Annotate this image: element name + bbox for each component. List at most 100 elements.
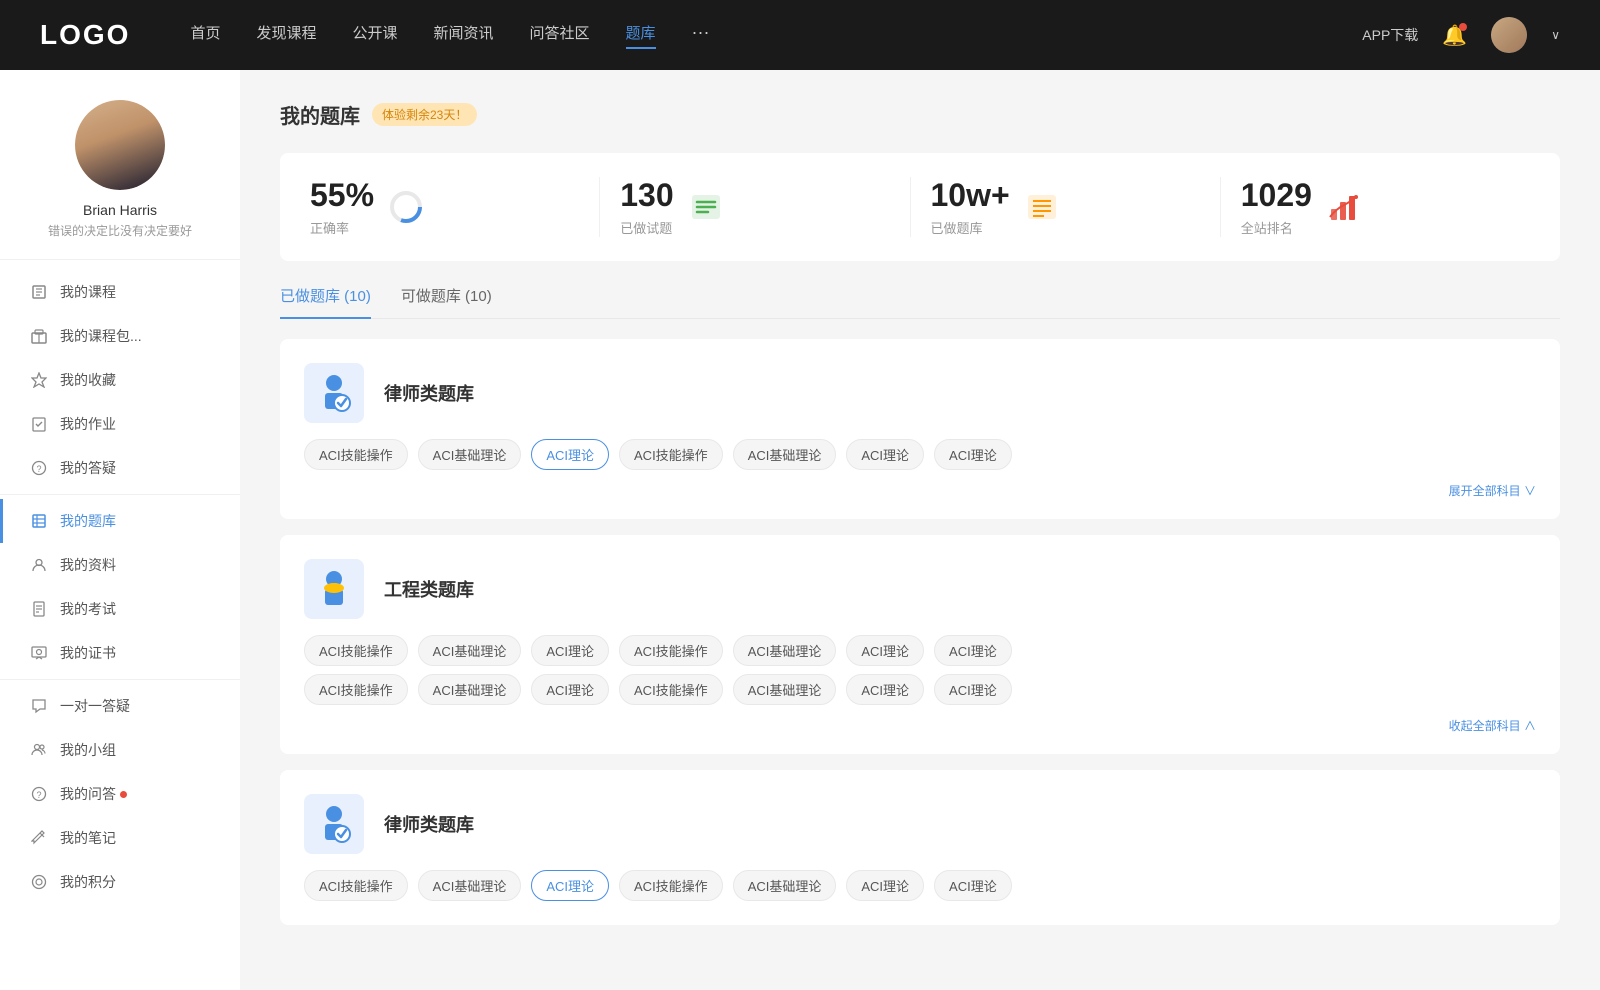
tag[interactable]: ACI技能操作 — [304, 674, 408, 705]
sidebar-item-qa[interactable]: ? 我的答疑 — [0, 446, 240, 490]
sidebar-item-exam[interactable]: 我的考试 — [0, 587, 240, 631]
tag[interactable]: ACI基础理论 — [733, 870, 837, 901]
lawyer-icon-2 — [304, 794, 364, 854]
sidebar-item-notes[interactable]: 我的笔记 — [0, 816, 240, 860]
tag[interactable]: ACI理论 — [531, 674, 609, 705]
page-title: 我的题库 — [280, 100, 360, 129]
tag[interactable]: ACI基础理论 — [733, 674, 837, 705]
sidebar-item-profile[interactable]: 我的资料 — [0, 543, 240, 587]
tag[interactable]: ACI基础理论 — [418, 439, 522, 470]
tab-done[interactable]: 已做题库 (10) — [280, 285, 371, 318]
tag[interactable]: ACI技能操作 — [619, 635, 723, 666]
tag[interactable]: ACI基础理论 — [418, 635, 522, 666]
menu-divider — [0, 494, 240, 495]
trial-badge: 体验剩余23天！ — [372, 103, 477, 126]
app-download-button[interactable]: APP下载 — [1362, 25, 1418, 45]
user-menu-chevron[interactable]: ∨ — [1551, 28, 1560, 42]
tag-active[interactable]: ACI理论 — [531, 870, 609, 901]
stat-icon-list — [688, 189, 724, 225]
qb-title: 工程类题库 — [384, 576, 474, 602]
star-icon — [30, 371, 48, 389]
tag[interactable]: ACI技能操作 — [304, 439, 408, 470]
sidebar-item-homework[interactable]: 我的作业 — [0, 402, 240, 446]
notification-bell[interactable]: 🔔 — [1442, 23, 1467, 48]
tag[interactable]: ACI理论 — [846, 674, 924, 705]
sidebar-item-my-courses[interactable]: 我的课程 — [0, 270, 240, 314]
tag[interactable]: ACI理论 — [846, 635, 924, 666]
stat-done-questions: 130 已做试题 — [600, 177, 910, 237]
sidebar-item-group[interactable]: 我的小组 — [0, 728, 240, 772]
nav-link-open[interactable]: 公开课 — [352, 22, 397, 49]
tag[interactable]: ACI理论 — [934, 439, 1012, 470]
tag[interactable]: ACI基础理论 — [733, 635, 837, 666]
sidebar-item-qbank[interactable]: 我的题库 — [0, 499, 240, 543]
sidebar-item-points[interactable]: 我的积分 — [0, 860, 240, 904]
sidebar-item-my-qa[interactable]: ? 我的问答 — [0, 772, 240, 816]
nav-link-home[interactable]: 首页 — [190, 22, 220, 49]
sidebar-item-label: 我的课程包... — [60, 326, 142, 346]
tag[interactable]: ACI技能操作 — [619, 870, 723, 901]
tag[interactable]: ACI理论 — [934, 674, 1012, 705]
avatar[interactable] — [1491, 17, 1527, 53]
sidebar-item-label: 我的作业 — [60, 414, 116, 434]
sidebar-item-course-package[interactable]: 我的课程包... — [0, 314, 240, 358]
sidebar-item-label: 我的笔记 — [60, 828, 116, 848]
sidebar-item-1on1[interactable]: 一对一答疑 — [0, 684, 240, 728]
layout: Brian Harris 错误的决定比没有决定要好 我的课程 我的课程包... — [0, 70, 1600, 990]
avatar-image — [1491, 17, 1527, 53]
tag[interactable]: ACI基础理论 — [733, 439, 837, 470]
qa-icon: ? — [30, 785, 48, 803]
tag[interactable]: ACI理论 — [934, 870, 1012, 901]
sidebar-item-certificate[interactable]: 我的证书 — [0, 631, 240, 675]
nav-link-qa[interactable]: 问答社区 — [530, 22, 590, 49]
profile-name: Brian Harris — [83, 202, 157, 218]
sidebar-item-favorites[interactable]: 我的收藏 — [0, 358, 240, 402]
tag[interactable]: ACI技能操作 — [619, 439, 723, 470]
profile-motto: 错误的决定比没有决定要好 — [48, 222, 192, 239]
tag-active[interactable]: ACI理论 — [531, 439, 609, 470]
qb-section-lawyer-2: 律师类题库 ACI技能操作 ACI基础理论 ACI理论 ACI技能操作 ACI基… — [280, 770, 1560, 925]
tag[interactable]: ACI技能操作 — [619, 674, 723, 705]
stat-text-group: 10w+ 已做题库 — [931, 177, 1010, 237]
sidebar-item-label: 我的考试 — [60, 599, 116, 619]
svg-text:?: ? — [36, 464, 41, 474]
tag[interactable]: ACI技能操作 — [304, 635, 408, 666]
stat-accuracy: 55% 正确率 — [310, 177, 600, 237]
nav-link-news[interactable]: 新闻资讯 — [434, 22, 494, 49]
tag[interactable]: ACI理论 — [846, 870, 924, 901]
tag[interactable]: ACI技能操作 — [304, 870, 408, 901]
sidebar-item-label: 我的问答 — [60, 784, 116, 804]
stat-text-group: 1029 全站排名 — [1241, 177, 1312, 237]
stat-ranking: 1029 全站排名 — [1221, 177, 1530, 237]
nav-link-qbank[interactable]: 题库 — [626, 22, 656, 49]
group-icon — [30, 741, 48, 759]
qb-section-header: 律师类题库 — [304, 363, 1536, 423]
stat-number: 10w+ — [931, 177, 1010, 214]
collapse-button[interactable]: 收起全部科目 ∧ — [304, 713, 1536, 738]
profile-section: Brian Harris 错误的决定比没有决定要好 — [0, 100, 240, 260]
qb-title: 律师类题库 — [384, 380, 474, 406]
stat-icon-bar — [1326, 189, 1362, 225]
notes-icon — [30, 829, 48, 847]
bell-icon: 🔔 — [1442, 25, 1467, 47]
tag[interactable]: ACI理论 — [846, 439, 924, 470]
sidebar-item-label: 我的课程 — [60, 282, 116, 302]
course-icon — [30, 283, 48, 301]
avatar-inner — [75, 100, 165, 190]
navbar: LOGO 首页 发现课程 公开课 新闻资讯 问答社区 题库 ··· APP下载 … — [0, 0, 1600, 70]
sidebar-menu: 我的课程 我的课程包... 我的收藏 我的作业 — [0, 270, 240, 904]
nav-more[interactable]: ··· — [692, 22, 710, 49]
tag[interactable]: ACI理论 — [531, 635, 609, 666]
stat-label: 正确率 — [310, 218, 374, 237]
stat-icon-list2 — [1024, 189, 1060, 225]
expand-button[interactable]: 展开全部科目 ∨ — [304, 478, 1536, 503]
tag[interactable]: ACI理论 — [934, 635, 1012, 666]
sidebar-item-label: 我的证书 — [60, 643, 116, 663]
sidebar-item-label: 我的答疑 — [60, 458, 116, 478]
tags-row-2: ACI技能操作 ACI基础理论 ACI理论 ACI技能操作 ACI基础理论 AC… — [304, 674, 1536, 705]
tag[interactable]: ACI基础理论 — [418, 870, 522, 901]
tab-available[interactable]: 可做题库 (10) — [401, 285, 492, 318]
nav-link-discover[interactable]: 发现课程 — [256, 22, 316, 49]
qb-section-header: 工程类题库 — [304, 559, 1536, 619]
tag[interactable]: ACI基础理论 — [418, 674, 522, 705]
